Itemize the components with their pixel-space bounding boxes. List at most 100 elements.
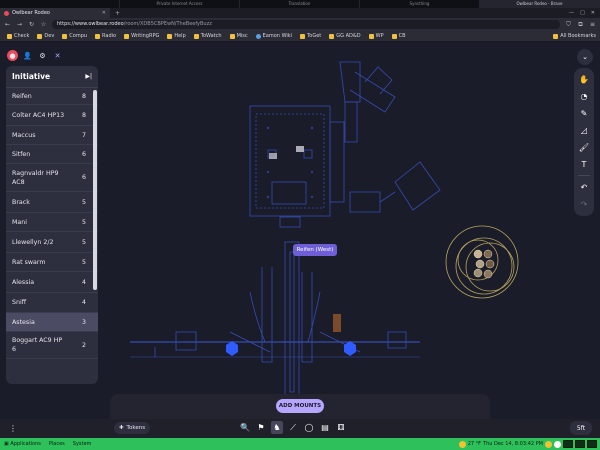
token-cluster[interactable] — [473, 249, 495, 279]
initiative-row[interactable]: Sitfen 6 — [6, 145, 98, 164]
initiative-list: Reifen 8 Colter AC4 HP13 8 Maccus 7 Sitfen 6 Rag… — [6, 88, 98, 359]
all-bookmarks[interactable]: All Bookmarks — [549, 33, 600, 39]
bookmark-item[interactable]: ToGet — [296, 33, 325, 39]
gear-icon[interactable]: ⚙ — [37, 50, 48, 61]
taskbar-menu[interactable]: Places — [45, 441, 69, 447]
initiative-name: Sniff — [12, 299, 27, 306]
initiative-row[interactable]: Ragnvaldr HP9 AC8 6 — [6, 164, 98, 192]
initiative-row[interactable]: Boggart AC9 HP 6 2 — [6, 332, 98, 359]
taskbar-menu[interactable]: ▣ Applications — [0, 441, 45, 447]
taskbar-menu[interactable]: System — [69, 441, 96, 447]
text-icon[interactable]: T — [576, 156, 592, 172]
maximize-icon[interactable]: □ — [580, 10, 585, 16]
reload-icon[interactable]: ↻ — [28, 21, 35, 28]
initiative-value: 2 — [81, 341, 86, 349]
more-menu-icon[interactable]: ⋮ — [7, 419, 19, 438]
forward-icon[interactable]: → — [16, 21, 23, 28]
brush-icon[interactable]: 🖌 — [576, 139, 592, 155]
initiative-value: 5 — [81, 258, 86, 266]
bookmark-item[interactable]: CB — [388, 33, 410, 39]
back-icon[interactable]: ← — [4, 21, 11, 28]
bookmark-item[interactable]: WP — [365, 33, 388, 39]
search-icon[interactable]: 🔍 — [239, 421, 251, 434]
redo-icon[interactable]: ↷ — [576, 196, 592, 212]
browser-tab-title: Owlbear Rodeo — [12, 10, 50, 16]
initiative-value: 4 — [81, 278, 86, 286]
bookmark-item[interactable]: Help — [163, 33, 189, 39]
undo-icon[interactable]: ↶ — [576, 179, 592, 195]
os-tab[interactable]: Syncthing — [360, 0, 480, 8]
address-bar[interactable]: https://www.owlbear.rodeo/room/XDB5CBPEw… — [52, 20, 560, 29]
tray-icon[interactable] — [554, 440, 561, 448]
extension-icon[interactable]: ✕ — [52, 50, 63, 61]
owlbear-logo-icon[interactable]: ● — [7, 50, 18, 61]
shield-icon[interactable]: ⛉ — [565, 21, 572, 29]
folder-icon — [193, 33, 199, 39]
initiative-row[interactable]: Astesia 3 — [6, 313, 98, 332]
tray-icon[interactable] — [545, 440, 552, 448]
initiative-row[interactable]: Llewellyn 2/2 5 — [6, 232, 98, 253]
initiative-row[interactable]: Sniff 4 — [6, 293, 98, 313]
measure-icon[interactable]: ◿ — [576, 122, 592, 138]
folder-icon — [229, 33, 235, 39]
bookmark-item[interactable]: GG AD&D — [325, 33, 364, 39]
horse-icon[interactable]: ♞ — [271, 421, 283, 434]
map-marker — [296, 146, 304, 152]
user-icon[interactable]: 👤 — [22, 50, 33, 61]
extensions-icon[interactable]: ⧉ — [577, 21, 584, 29]
window-controls: — □ ✕ — [569, 10, 600, 16]
network-graph — [575, 440, 585, 448]
bookmark-item[interactable]: Check — [3, 33, 33, 39]
ruler-icon[interactable]: ⟋ — [287, 421, 299, 434]
player-token[interactable] — [344, 341, 356, 356]
close-icon[interactable]: ✕ — [102, 10, 106, 16]
next-turn-icon[interactable]: ▶| — [85, 73, 92, 80]
tokens-button[interactable]: ✚ Tokens — [114, 422, 150, 434]
move-icon[interactable]: ✋ — [576, 71, 592, 87]
initiative-row[interactable]: Brack 5 — [6, 192, 98, 213]
folder-icon — [368, 33, 374, 39]
url-path: /room/XDB5CBPEwN/TheBeefyBuzz — [123, 21, 212, 27]
bookmark-item[interactable]: Compu — [58, 33, 91, 39]
initiative-row[interactable]: Alessia 4 — [6, 272, 98, 293]
new-tab-icon[interactable]: + — [110, 10, 125, 17]
grid-scale-button[interactable]: 5ft — [570, 421, 592, 435]
bookmark-item[interactable]: WritingRPG — [120, 33, 163, 39]
bookmark-item[interactable]: Misc — [226, 33, 252, 39]
player-token[interactable] — [226, 341, 238, 356]
menu-icon[interactable]: ≡ — [589, 21, 596, 28]
scrollbar[interactable] — [93, 90, 97, 290]
folder-icon — [167, 33, 173, 39]
fog-icon[interactable]: ◔ — [576, 88, 592, 104]
minimize-icon[interactable]: — — [569, 10, 574, 16]
browser-tab[interactable]: Owlbear Rodeo ✕ — [0, 8, 110, 18]
os-tab[interactable]: Translation — [240, 0, 360, 8]
initiative-row[interactable]: Colter AC4 HP13 8 — [6, 105, 98, 126]
initiative-row[interactable]: Maccus 7 — [6, 126, 98, 145]
collapse-icon[interactable]: ⌄ — [577, 49, 593, 65]
initiative-row[interactable]: Rat swarm 5 — [6, 253, 98, 272]
pin-icon[interactable]: ⚑ — [255, 421, 267, 434]
add-mounts-button[interactable]: ADD MOUNTS — [276, 399, 324, 413]
os-tab[interactable]: Private Internet Access — [120, 0, 240, 8]
temperature: 27 °F — [467, 441, 482, 447]
circle-icon[interactable]: ◯ — [303, 421, 315, 434]
bookmark-item[interactable]: ToWatch — [190, 33, 226, 39]
initiative-row[interactable]: Reifen 8 — [6, 88, 98, 105]
initiative-value: 8 — [81, 92, 86, 100]
close-window-icon[interactable]: ✕ — [591, 10, 595, 16]
initiative-row[interactable]: Mani 5 — [6, 213, 98, 232]
os-taskbar: ▣ Applications Places System 27 °F Thu D… — [0, 438, 600, 450]
bookmark-icon[interactable]: ☆ — [40, 21, 47, 28]
os-tab-active[interactable]: Owlbear Rodeo - Brave — [480, 0, 600, 8]
bookmark-item[interactable]: Radio — [91, 33, 120, 39]
draw-icon[interactable]: ✎ — [576, 105, 592, 121]
folder-icon — [553, 33, 559, 39]
bookmark-item[interactable]: Dev — [33, 33, 58, 39]
owlbear-favicon-icon — [4, 10, 9, 16]
bookmark-item[interactable]: Eamon Wiki — [252, 33, 296, 39]
os-tab[interactable] — [0, 0, 120, 8]
folder-icon — [37, 33, 43, 39]
note-icon[interactable]: ▤ — [319, 421, 331, 434]
dice-icon[interactable]: ⚅ — [335, 421, 347, 434]
